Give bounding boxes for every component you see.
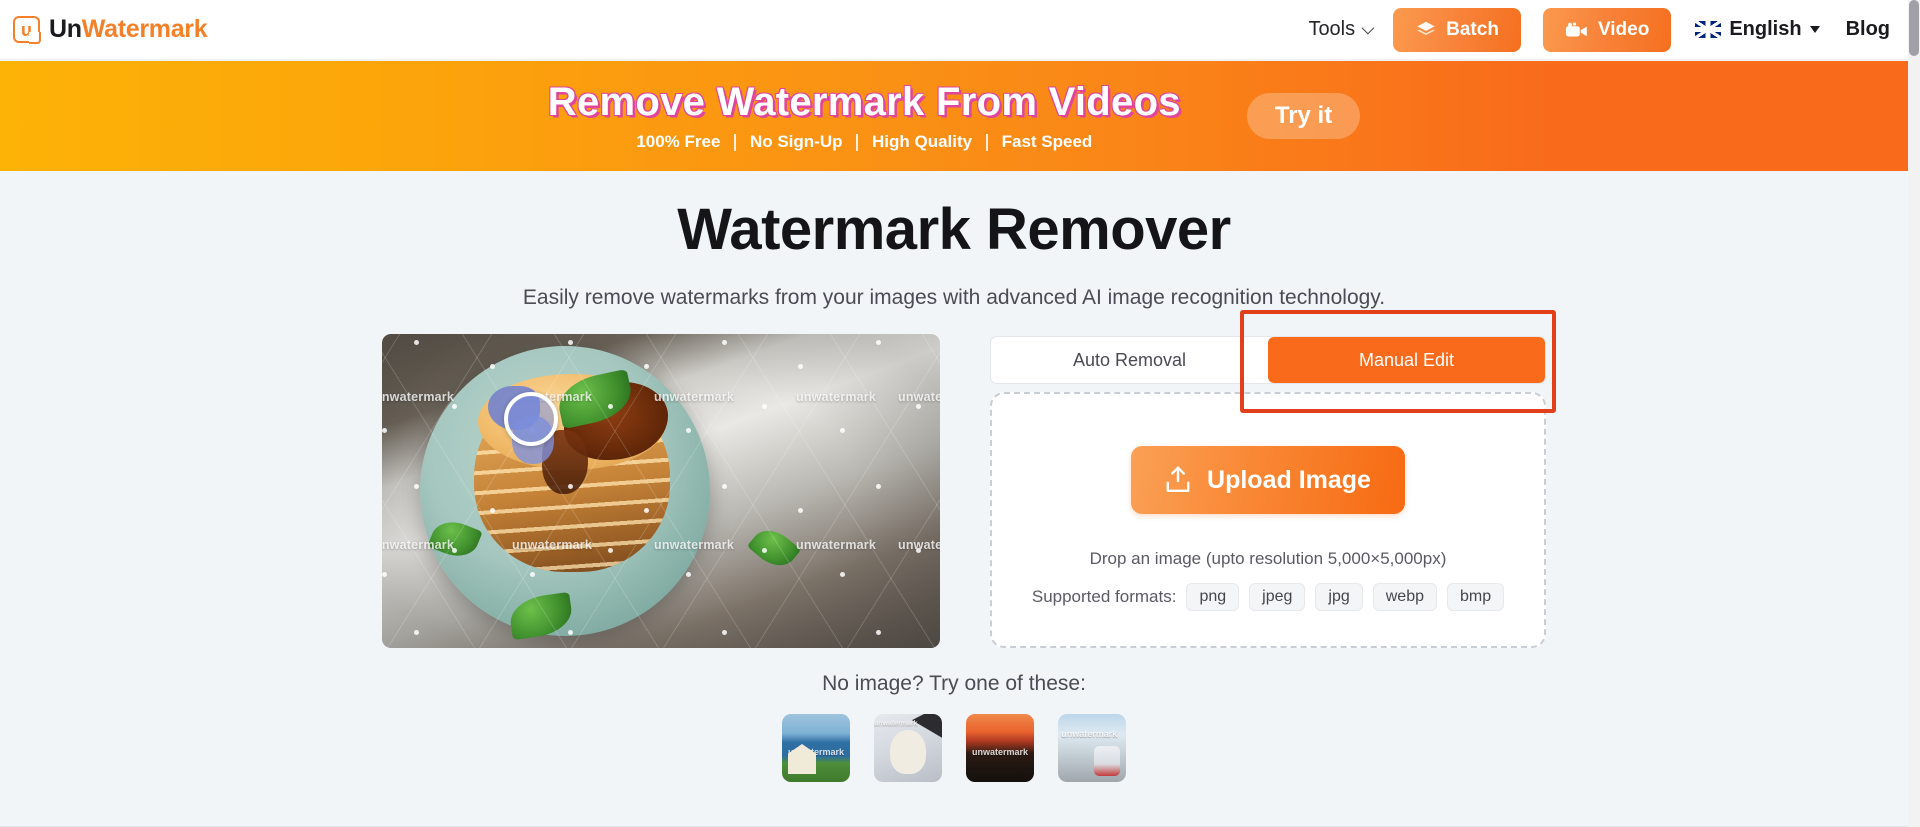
watermark-grid-lines [382,334,940,648]
watermark-text: unwatermark [382,390,455,404]
watermark-text: unwatermark [654,390,735,404]
layers-icon [1417,21,1435,35]
logo-mark-letter: u [21,19,32,40]
promo-banner-inner: Remove Watermark From Videos 100% Free N… [548,80,1361,152]
header-nav: Tools Batch Video English Blog [1308,7,1908,52]
sample-thumbnail-bus[interactable]: unwatermark [1058,714,1126,782]
format-chip-webp[interactable]: webp [1372,583,1437,611]
upload-dropzone[interactable]: Upload Image Drop an image (upto resolut… [990,392,1546,648]
video-camera-icon [1565,22,1587,36]
page-root: u UnWatermark Tools Batch Video English … [0,0,1920,827]
logo-text: UnWatermark [49,15,208,44]
sample-thumbnail-kitten[interactable]: unwatermark [874,714,942,782]
promo-banner[interactable]: Remove Watermark From Videos 100% Free N… [0,61,1908,171]
upload-image-label: Upload Image [1207,465,1371,494]
video-label: Video [1597,18,1650,40]
supported-formats-label: Supported formats: [1031,587,1177,606]
format-chip-jpeg[interactable]: jpeg [1249,583,1306,611]
try-it-button[interactable]: Try it [1246,93,1361,139]
drop-hint-text: Drop an image (upto resolution 5,000×5,0… [1089,549,1447,568]
page-title: Watermark Remover [677,197,1231,262]
watermark-text: unwatermark [874,720,918,728]
chevron-down-icon [1361,21,1375,35]
promo-banner-title: Remove Watermark From Videos [547,80,1181,124]
promo-banner-text: Remove Watermark From Videos 100% Free N… [548,80,1181,152]
nav-tools-dropdown[interactable]: Tools [1308,18,1375,41]
logo-text-watermark: Watermark [81,15,208,43]
format-chip-bmp[interactable]: bmp [1447,583,1505,611]
supported-formats-row: Supported formats: png jpeg jpg webp bmp [1031,583,1505,611]
format-chip-png[interactable]: png [1186,583,1240,611]
format-chip-jpg[interactable]: jpg [1315,583,1363,611]
logo[interactable]: u UnWatermark [13,15,208,44]
promo-feature: High Quality [871,132,973,151]
watermark-text: unwatermark [654,538,735,552]
samples-label: No image? Try one of these: [822,672,1086,695]
tab-auto-removal[interactable]: Auto Removal [991,337,1268,383]
sample-thumbnail-house[interactable]: unwatermark [782,714,850,782]
language-label: English [1729,18,1802,40]
mode-tabs: Auto Removal Manual Edit [990,336,1546,384]
logo-icon: u [13,16,40,43]
batch-button[interactable]: Batch [1393,7,1521,52]
upload-image-button[interactable]: Upload Image [1131,446,1405,514]
watermark-text: unwatermark [796,390,877,404]
promo-banner-features: 100% Free No Sign-Up High Quality Fast S… [622,132,1106,152]
watermark-text: unwatermark [1061,729,1118,740]
watermark-text: unwatermark [971,747,1029,758]
page-scrollbar[interactable] [1908,0,1920,827]
watermark-text: unwatermark [787,747,845,758]
watermark-text: unwatermark [796,538,877,552]
preview-image[interactable]: unwatermark unwatermark unwatermark unwa… [382,334,940,648]
watermark-overlay: unwatermark unwatermark unwatermark unwa… [382,334,940,648]
watermark-text: unwatermark [512,538,593,552]
page-subtitle: Easily remove watermarks from your image… [522,286,1386,309]
promo-feature: No Sign-Up [749,132,843,151]
site-header: u UnWatermark Tools Batch Video English … [0,0,1908,60]
sample-thumbnail-sunset[interactable]: unwatermark [966,714,1034,782]
chevron-down-icon [1809,26,1820,33]
blog-link[interactable]: Blog [1846,18,1890,41]
uk-flag-icon [1695,21,1722,38]
upload-icon [1166,466,1190,492]
batch-label: Batch [1446,18,1499,40]
sample-thumbnails: unwatermark unwatermark unwatermark unwa… [0,714,1908,782]
watermark-text: unwatermark [382,538,455,552]
nav-tools-label: Tools [1308,18,1356,40]
video-button[interactable]: Video [1542,7,1672,52]
watermark-text: unwatermark [898,390,940,404]
brush-cursor[interactable] [504,392,558,446]
promo-feature: 100% Free [636,132,721,151]
language-selector[interactable]: English [1695,18,1820,41]
logo-text-un: Un [49,15,82,43]
tab-manual-edit[interactable]: Manual Edit [1268,337,1545,383]
promo-feature: Fast Speed [1001,132,1093,151]
scrollbar-thumb[interactable] [1909,0,1919,56]
